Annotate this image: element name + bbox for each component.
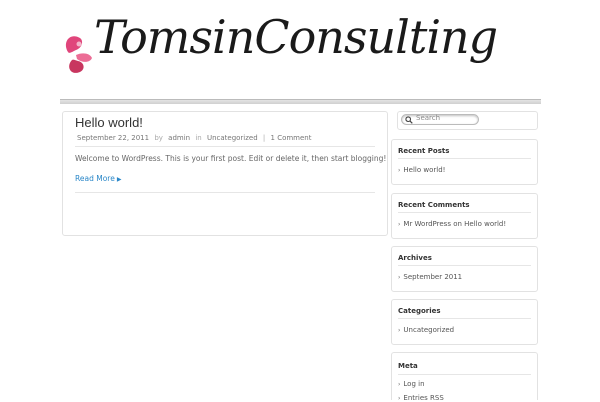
meta-entries-rss-label: Entries RSS (403, 394, 444, 402)
search-widget: Search (397, 111, 538, 130)
post-title[interactable]: Hello world! (75, 115, 143, 130)
meta-in-label: in (195, 134, 202, 142)
widget-meta: Meta › Log in › Entries RSS (391, 352, 538, 402)
meta-separator: | (262, 134, 266, 142)
widget-divider (398, 212, 531, 213)
widget-title: Categories (398, 307, 441, 315)
widget-recent-comments: Recent Comments › Mr WordPress on Hello w… (391, 193, 538, 239)
meta-entries-rss-link[interactable]: › Entries RSS (398, 394, 444, 402)
chevron-right-icon: › (398, 395, 401, 402)
archive-label: September 2011 (403, 273, 463, 281)
category-label: Uncategorized (403, 326, 455, 334)
recent-comment-label: Mr WordPress on Hello world! (403, 220, 507, 228)
widget-categories: Categories › Uncategorized (391, 299, 538, 345)
widget-divider (398, 158, 531, 159)
widget-divider (398, 265, 531, 266)
widget-divider (398, 374, 531, 375)
chevron-right-icon: › (398, 274, 401, 281)
recent-post-link[interactable]: › Hello world! (398, 166, 445, 174)
post-meta: September 22, 2011 by admin in Uncategor… (77, 134, 312, 142)
post-excerpt: Welcome to WordPress. This is your first… (75, 154, 387, 163)
post-divider (75, 192, 375, 193)
chevron-right-icon: › (398, 381, 401, 388)
widget-title: Meta (398, 362, 418, 370)
search-icon (405, 116, 413, 124)
chevron-right-icon: › (398, 167, 401, 174)
widget-recent-posts: Recent Posts › Hello world! (391, 139, 538, 185)
logo-text: TomsinConsulting (94, 10, 498, 64)
post-category[interactable]: Uncategorized (207, 134, 258, 142)
category-link[interactable]: › Uncategorized (398, 326, 454, 334)
site-logo[interactable]: TomsinConsulting (60, 8, 498, 92)
post-comments-link[interactable]: 1 Comment (271, 134, 312, 142)
widget-title: Recent Posts (398, 147, 450, 155)
recent-post-label: Hello world! (403, 166, 446, 174)
post-author[interactable]: admin (168, 134, 190, 142)
site-header: TomsinConsulting (0, 0, 600, 100)
meta-login-link[interactable]: › Log in (398, 380, 425, 388)
archive-link[interactable]: › September 2011 (398, 273, 462, 281)
meta-by-label: by (154, 134, 163, 142)
read-more-link[interactable]: Read More ▶ (75, 174, 121, 183)
widget-title: Archives (398, 254, 432, 262)
arrow-right-icon: ▶ (116, 176, 122, 183)
post-article: Hello world! September 22, 2011 by admin… (62, 111, 388, 236)
widget-title: Recent Comments (398, 201, 470, 209)
search-placeholder: Search (416, 114, 441, 122)
widget-archives: Archives › September 2011 (391, 246, 538, 292)
nav-bar (60, 99, 541, 104)
meta-login-label: Log in (403, 380, 425, 388)
meta-divider (75, 146, 375, 147)
chevron-right-icon: › (398, 221, 401, 228)
widget-divider (398, 318, 531, 319)
chevron-right-icon: › (398, 327, 401, 334)
read-more-label: Read More (75, 174, 115, 183)
post-date[interactable]: September 22, 2011 (77, 134, 149, 142)
search-input[interactable]: Search (401, 114, 479, 125)
recent-comment-link[interactable]: › Mr WordPress on Hello world! (398, 220, 506, 228)
